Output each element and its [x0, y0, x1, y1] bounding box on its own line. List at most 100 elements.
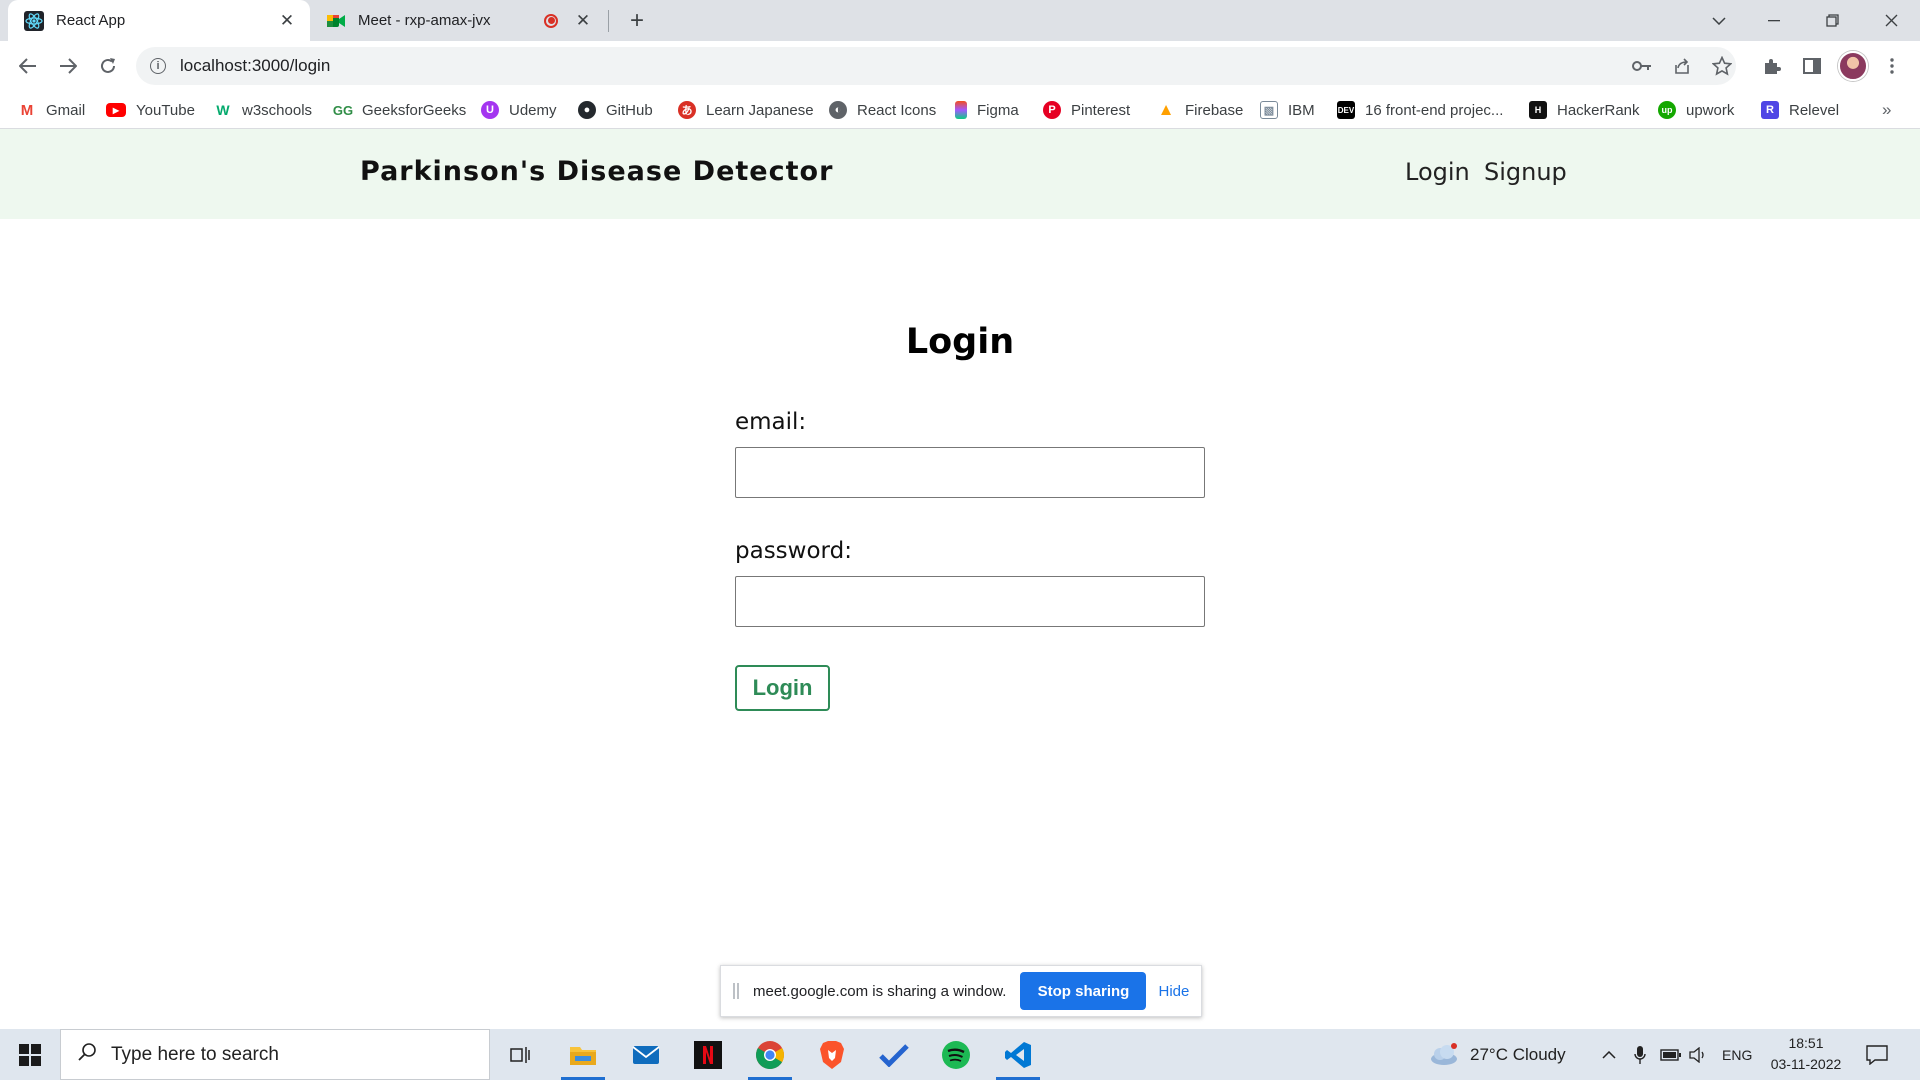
language-indicator[interactable]: ENG [1722, 1029, 1752, 1080]
browser-tabstrip: React App ✕ Meet - rxp-amax-jvx ✕ + [0, 0, 1920, 41]
learn-japanese-icon: あ [678, 101, 696, 119]
ibm-icon: ▧ [1260, 101, 1278, 119]
tab-title: React App [56, 12, 126, 29]
login-heading: Login [905, 322, 1015, 362]
volume-icon[interactable] [1689, 1029, 1709, 1080]
vscode-icon[interactable] [988, 1029, 1048, 1080]
bookmark-label: GitHub [606, 101, 653, 119]
bookmark-react-icons[interactable]: ◐ React Icons [829, 91, 936, 129]
bookmark-label: Relevel [1789, 101, 1840, 119]
forward-arrow-icon[interactable] [52, 50, 84, 82]
password-key-icon[interactable] [1626, 50, 1658, 82]
login-submit-button[interactable]: Login [735, 665, 830, 711]
bookmark-udemy[interactable]: U Udemy [481, 91, 557, 129]
recording-icon [544, 13, 558, 28]
spotify-icon[interactable] [926, 1029, 986, 1080]
brand-title[interactable]: Parkinson's Disease Detector [360, 156, 833, 187]
mail-icon[interactable] [616, 1029, 676, 1080]
bookmark-label: Pinterest [1071, 101, 1131, 119]
bookmark-label: IBM [1288, 101, 1315, 119]
restore-window-icon[interactable] [1803, 0, 1861, 41]
bookmark-label: HackerRank [1557, 101, 1640, 119]
battery-icon[interactable] [1660, 1029, 1682, 1080]
netflix-icon[interactable] [678, 1029, 738, 1080]
bookmark-star-icon[interactable] [1706, 50, 1738, 82]
bookmark-label: GeeksforGeeks [362, 101, 467, 119]
share-icon[interactable] [1666, 50, 1698, 82]
bookmark-ibm[interactable]: ▧ IBM [1260, 91, 1315, 129]
tab-title: Meet - rxp-amax-jvx [358, 12, 491, 29]
bookmark-geeksforgeeks[interactable]: GG GeeksforGeeks [332, 91, 467, 129]
weather-widget[interactable]: 27°C Cloudy [1428, 1029, 1566, 1080]
close-tab-icon[interactable]: ✕ [572, 10, 594, 32]
file-explorer-icon[interactable] [553, 1029, 613, 1080]
screen-sharing-bar: meet.google.com is sharing a window. Sto… [720, 965, 1202, 1017]
w3schools-icon: W [216, 102, 230, 118]
drag-handle-icon[interactable] [733, 983, 739, 999]
extensions-puzzle-icon[interactable] [1756, 50, 1788, 82]
tab-google-meet[interactable]: Meet - rxp-amax-jvx ✕ [316, 0, 606, 41]
bookmark-label: Firebase [1185, 101, 1244, 119]
more-menu-icon[interactable] [1876, 50, 1908, 82]
app-navbar: Parkinson's Disease Detector Login Signu… [0, 129, 1920, 219]
taskbar-search-box[interactable]: Type here to search [60, 1029, 490, 1080]
firebase-icon: ▲ [1157, 100, 1175, 119]
bookmark-upwork[interactable]: up upwork [1658, 91, 1734, 129]
react-favicon-icon [24, 10, 44, 31]
back-arrow-icon[interactable] [12, 50, 44, 82]
youtube-icon: ▶ [106, 103, 126, 117]
bookmark-youtube[interactable]: ▶ YouTube [106, 91, 195, 129]
geeksforgeeks-icon: GG [332, 102, 354, 118]
bookmark-pinterest[interactable]: P Pinterest [1043, 91, 1130, 129]
new-tab-plus-icon[interactable]: + [624, 7, 650, 34]
bookmark-hackerrank[interactable]: H HackerRank [1529, 91, 1640, 129]
browser-toolbar: i localhost:3000/login [0, 41, 1920, 91]
email-label: email: [735, 409, 807, 435]
nav-login-link[interactable]: Login [1405, 158, 1470, 186]
tab-react-app[interactable]: React App ✕ [8, 0, 310, 41]
start-button[interactable] [0, 1029, 60, 1080]
notifications-icon[interactable] [1866, 1029, 1888, 1080]
cloudy-weather-icon [1431, 1042, 1457, 1065]
bookmark-figma[interactable]: Figma [955, 91, 1019, 129]
email-field[interactable] [735, 447, 1205, 498]
microphone-icon[interactable] [1634, 1029, 1646, 1080]
sharing-message: meet.google.com is sharing a window. [753, 982, 1007, 1000]
system-clock[interactable]: 18:51 03-11-2022 [1766, 1033, 1846, 1075]
profile-avatar[interactable] [1838, 51, 1868, 81]
react-icons-icon: ◐ [829, 101, 847, 119]
chrome-icon[interactable] [740, 1029, 800, 1080]
more-bookmarks-chevron-icon[interactable]: » [1882, 91, 1891, 129]
relevel-icon: R [1761, 101, 1779, 119]
bookmark-label: Figma [977, 101, 1019, 119]
address-bar[interactable]: i localhost:3000/login [136, 47, 1736, 85]
bookmark-relevel[interactable]: R Relevel [1761, 91, 1839, 129]
bookmark-label: React Icons [857, 101, 937, 119]
task-view-icon[interactable] [490, 1029, 550, 1080]
bookmark-learn-japanese[interactable]: あ Learn Japanese [678, 91, 814, 129]
side-panel-icon[interactable] [1796, 50, 1828, 82]
search-placeholder: Type here to search [111, 1043, 279, 1065]
close-window-icon[interactable] [1862, 0, 1920, 41]
github-icon: ● [578, 101, 596, 119]
windows-taskbar: Type here to search 27°C Cloudy ENG 18:5… [0, 1029, 1920, 1080]
figma-icon [955, 101, 967, 119]
bookmark-gmail[interactable]: M Gmail [18, 91, 85, 129]
minimize-window-icon[interactable] [1745, 0, 1803, 41]
bookmark-w3schools[interactable]: W w3schools [214, 91, 312, 129]
brave-icon[interactable] [802, 1029, 862, 1080]
tab-search-chevron-icon[interactable] [1690, 0, 1748, 41]
show-hidden-icons-chevron-icon[interactable] [1602, 1029, 1616, 1080]
stop-sharing-button[interactable]: Stop sharing [1020, 972, 1147, 1010]
password-field[interactable] [735, 576, 1205, 627]
reload-icon[interactable] [92, 50, 124, 82]
bookmark-github[interactable]: ● GitHub [578, 91, 653, 129]
hide-sharing-bar-button[interactable]: Hide [1158, 983, 1189, 1000]
nav-signup-link[interactable]: Signup [1484, 158, 1567, 186]
close-tab-icon[interactable]: ✕ [276, 10, 298, 32]
site-info-icon[interactable]: i [150, 58, 166, 74]
bookmark-firebase[interactable]: ▲ Firebase [1157, 91, 1244, 129]
bookmark-dev[interactable]: DEV 16 front-end projec... [1337, 91, 1503, 129]
todo-checkmark-icon[interactable] [864, 1029, 924, 1080]
dev-icon: DEV [1337, 101, 1355, 119]
